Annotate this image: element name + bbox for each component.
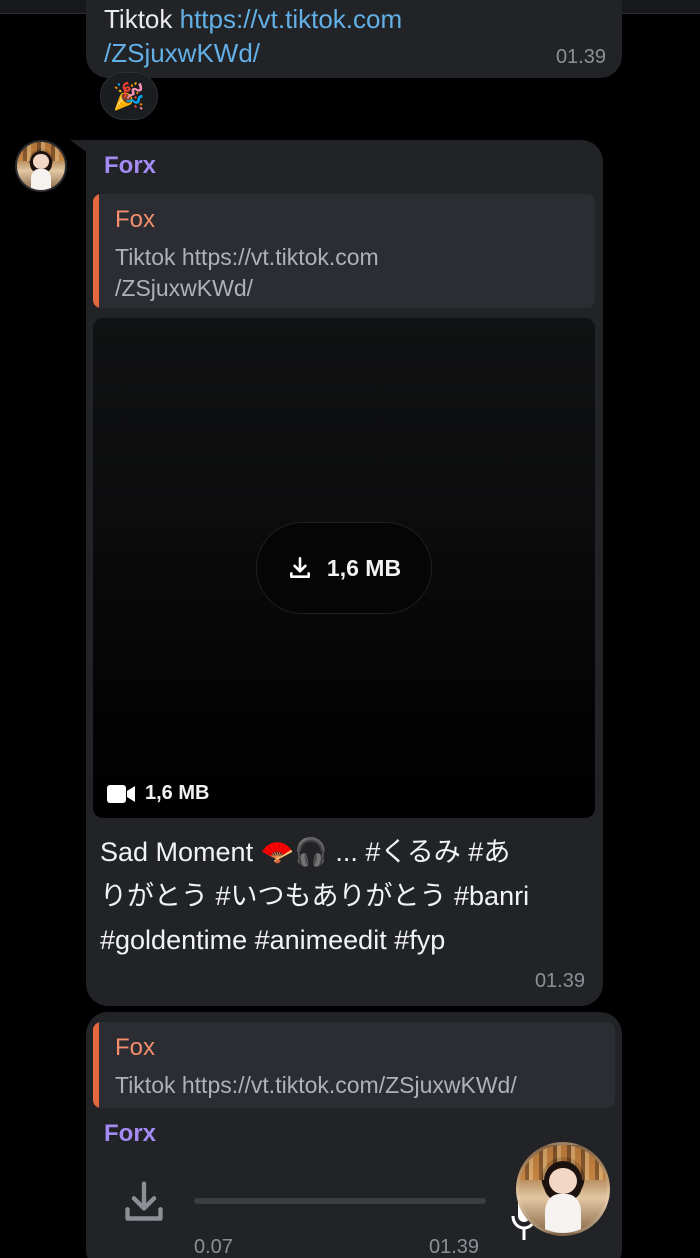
reply-quote[interactable]: Fox Tiktok https://vt.tiktok.com/ZSjuxwK… xyxy=(93,1022,615,1108)
quote-text-line2: /ZSjuxwKWd/ xyxy=(115,275,254,301)
caption-line-2: りがとう #いつもありがとう #banri xyxy=(100,881,530,911)
message-bubble-1[interactable]: Tiktok https://vt.tiktok.com /ZSjuxwKWd/… xyxy=(86,0,622,78)
message-time: 01.39 xyxy=(429,1236,480,1258)
quote-accent-bar xyxy=(93,194,99,308)
message-time: 01.39 xyxy=(555,46,606,68)
message-bubble-2[interactable]: Forx Fox Tiktok https://vt.tiktok.com /Z… xyxy=(86,140,603,1006)
video-file-size: 1,6 MB xyxy=(145,782,210,804)
quote-text: Tiktok https://vt.tiktok.com /ZSjuxwKWd/ xyxy=(115,242,379,304)
reply-quote[interactable]: Fox Tiktok https://vt.tiktok.com /ZSjuxw… xyxy=(93,194,595,308)
message-text-prefix: Tiktok xyxy=(104,4,180,34)
message-text: Tiktok https://vt.tiktok.com /ZSjuxwKWd/ xyxy=(104,2,402,70)
message-link-continued[interactable]: /ZSjuxwKWd/ xyxy=(104,38,260,68)
audio-progress-track[interactable] xyxy=(194,1198,486,1204)
sender-avatar[interactable] xyxy=(15,140,67,192)
audio-duration: 0.07 xyxy=(194,1236,233,1258)
message-time: 01.39 xyxy=(534,970,585,992)
voice-message-avatar[interactable] xyxy=(516,1142,610,1236)
caption-line-1: Sad Moment 🪭🎧 ... #くるみ #あ xyxy=(100,837,511,867)
party-popper-reaction[interactable]: 🎉 xyxy=(100,72,158,120)
video-camera-icon xyxy=(107,784,135,803)
download-icon[interactable] xyxy=(122,1180,166,1224)
quote-author: Fox xyxy=(115,1034,156,1061)
download-size: 1,6 MB xyxy=(326,554,402,581)
video-preview[interactable]: 1,6 MB 1,6 MB xyxy=(93,318,595,818)
quote-accent-bar xyxy=(93,1022,99,1108)
message-caption: Sad Moment 🪭🎧 ... #くるみ #あ りがとう #いつもありがとう… xyxy=(100,830,590,962)
quote-author: Fox xyxy=(115,206,156,233)
sender-name[interactable]: Forx xyxy=(104,1120,156,1148)
video-info: 1,6 MB xyxy=(107,782,209,805)
download-icon xyxy=(289,556,310,578)
caption-line-3: #goldentime #animeedit #fyp xyxy=(100,925,446,955)
download-video-button[interactable]: 1,6 MB xyxy=(256,522,432,614)
message-link[interactable]: https://vt.tiktok.com xyxy=(180,4,403,34)
quote-text-line1: Tiktok https://vt.tiktok.com xyxy=(115,244,379,270)
quote-text: Tiktok https://vt.tiktok.com/ZSjuxwKWd/ xyxy=(115,1072,517,1098)
sender-name[interactable]: Forx xyxy=(104,152,156,180)
